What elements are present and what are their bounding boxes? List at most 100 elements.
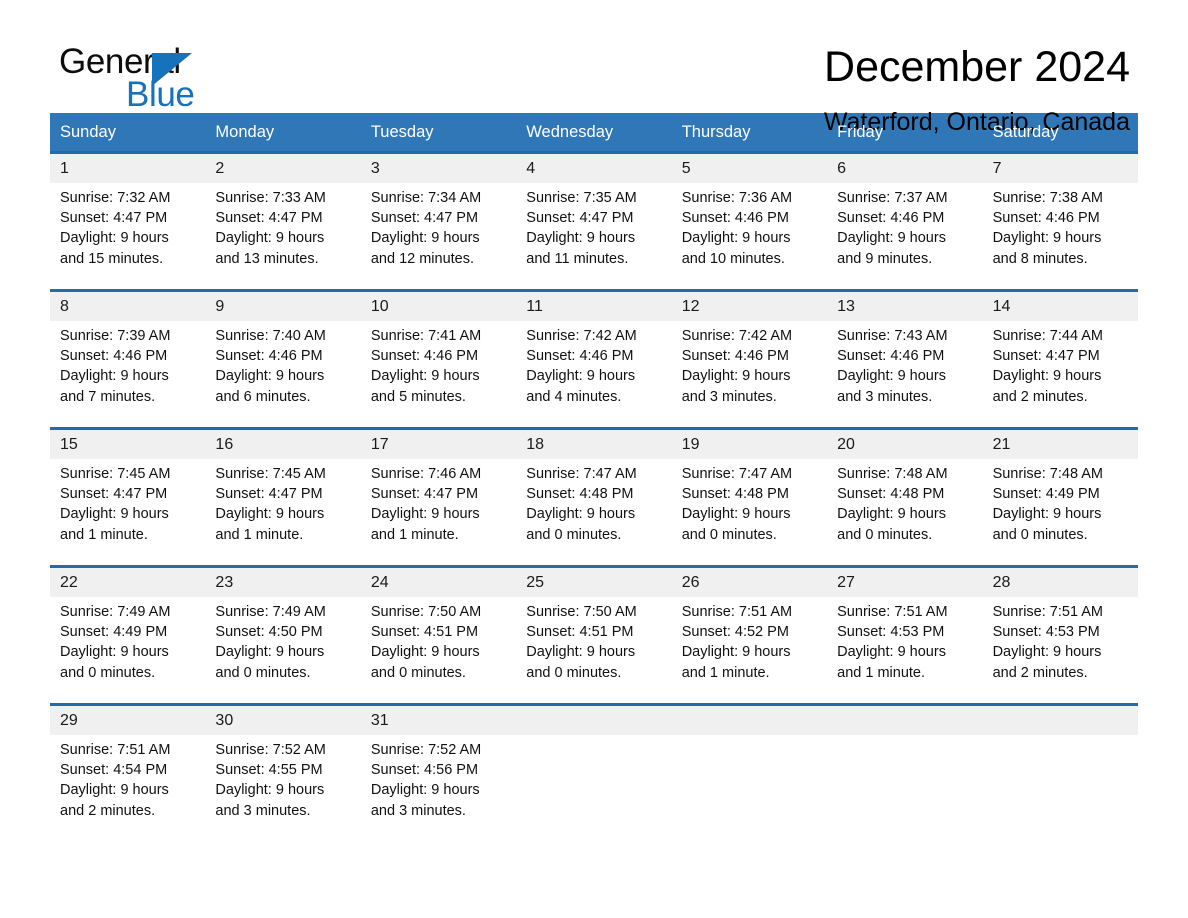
calendar-day-cell[interactable]: 21 Sunrise: 7:48 AM Sunset: 4:49 PM Dayli… <box>983 430 1138 565</box>
calendar-day-cell[interactable]: 1 Sunrise: 7:32 AM Sunset: 4:47 PM Daylig… <box>50 154 205 289</box>
calendar-day-cell[interactable]: 28 Sunrise: 7:51 AM Sunset: 4:53 PM Dayli… <box>983 568 1138 703</box>
day-number: 15 <box>60 436 78 453</box>
day-number: 13 <box>837 298 855 315</box>
day-number: 19 <box>681 436 700 453</box>
calendar-grid: Sunday Monday Tuesday Wednesday Thursday Frid… <box>50 113 1138 826</box>
day-sun-info: Sunrise: 7:51 AM Sunset: 4:52 PM Dayligh… <box>681 604 793 681</box>
calendar-page: General Blue December 2024 Waterford, On… <box>0 0 1188 918</box>
day-number: 11 <box>526 298 543 315</box>
weekday-header-tuesday: Tuesday <box>370 123 434 141</box>
day-number: 18 <box>526 436 545 453</box>
calendar-day-cell[interactable]: 29 Sunrise: 7:51 AM Sunset: 4:54 PM Dayli… <box>50 706 205 826</box>
calendar-day-cell[interactable]: 5 Sunrise: 7:36 AM Sunset: 4:46 PM Daylig… <box>672 154 827 289</box>
logo-text-blue: Blue <box>126 75 195 114</box>
day-number: 20 <box>837 436 855 453</box>
day-sun-info: Sunrise: 7:51 AM Sunset: 4:53 PM Dayligh… <box>992 604 1103 681</box>
day-number: 29 <box>60 712 78 729</box>
day-number: 3 <box>370 160 380 177</box>
day-sun-info: Sunrise: 7:39 AM Sunset: 4:46 PM Dayligh… <box>60 328 171 405</box>
calendar-day-cell-empty <box>983 706 1138 826</box>
calendar-day-cell[interactable]: 26 Sunrise: 7:51 AM Sunset: 4:52 PM Dayli… <box>672 568 827 703</box>
calendar-weeks: 1 Sunrise: 7:32 AM Sunset: 4:47 PM Daylig… <box>50 151 1138 826</box>
calendar-day-cell[interactable]: 11 Sunrise: 7:42 AM Sunset: 4:46 PM Dayli… <box>516 292 671 427</box>
day-sun-info: Sunrise: 7:42 AM Sunset: 4:46 PM Dayligh… <box>526 328 637 405</box>
calendar-day-cell[interactable]: 31 Sunrise: 7:52 AM Sunset: 4:56 PM Dayli… <box>361 706 516 826</box>
calendar-day-cell[interactable]: 17 Sunrise: 7:46 AM Sunset: 4:47 PM Dayli… <box>361 430 516 565</box>
calendar-day-cell[interactable]: 27 Sunrise: 7:51 AM Sunset: 4:53 PM Dayli… <box>827 568 982 703</box>
day-sun-info: Sunrise: 7:38 AM Sunset: 4:46 PM Dayligh… <box>992 190 1103 267</box>
day-sun-info: Sunrise: 7:43 AM Sunset: 4:46 PM Dayligh… <box>837 328 948 405</box>
calendar-day-cell[interactable]: 14 Sunrise: 7:44 AM Sunset: 4:47 PM Dayli… <box>983 292 1138 427</box>
day-number: 22 <box>60 574 78 591</box>
day-sun-info: Sunrise: 7:51 AM Sunset: 4:54 PM Dayligh… <box>60 742 171 819</box>
day-sun-info: Sunrise: 7:52 AM Sunset: 4:55 PM Dayligh… <box>215 742 326 819</box>
day-number: 21 <box>992 436 1011 453</box>
calendar-day-cell[interactable]: 13 Sunrise: 7:43 AM Sunset: 4:46 PM Dayli… <box>827 292 982 427</box>
day-sun-info: Sunrise: 7:42 AM Sunset: 4:46 PM Dayligh… <box>681 328 793 405</box>
calendar-day-cell[interactable]: 6 Sunrise: 7:37 AM Sunset: 4:46 PM Daylig… <box>827 154 982 289</box>
calendar-day-cell[interactable]: 16 Sunrise: 7:45 AM Sunset: 4:47 PM Dayli… <box>205 430 360 565</box>
weekday-header-thursday: Thursday <box>681 123 751 141</box>
day-number: 27 <box>837 574 855 591</box>
page-header: General Blue December 2024 Waterford, On… <box>50 0 1138 136</box>
weekday-header-saturday: Saturday <box>992 123 1059 141</box>
calendar-day-cell-empty <box>827 706 982 826</box>
day-number: 23 <box>215 574 234 591</box>
day-sun-info: Sunrise: 7:46 AM Sunset: 4:47 PM Dayligh… <box>370 466 482 543</box>
weekday-header-sunday: Sunday <box>60 123 116 141</box>
day-sun-info: Sunrise: 7:50 AM Sunset: 4:51 PM Dayligh… <box>370 604 482 681</box>
day-sun-info: Sunrise: 7:36 AM Sunset: 4:46 PM Dayligh… <box>681 190 793 267</box>
day-number: 5 <box>681 160 691 177</box>
day-sun-info: Sunrise: 7:49 AM Sunset: 4:50 PM Dayligh… <box>215 604 326 681</box>
day-number: 2 <box>215 160 225 177</box>
calendar-day-cell[interactable]: 30 Sunrise: 7:52 AM Sunset: 4:55 PM Dayli… <box>205 706 360 826</box>
calendar-day-cell[interactable]: 15 Sunrise: 7:45 AM Sunset: 4:47 PM Dayli… <box>50 430 205 565</box>
calendar-day-cell[interactable]: 25 Sunrise: 7:50 AM Sunset: 4:51 PM Dayli… <box>516 568 671 703</box>
day-number: 9 <box>215 298 225 315</box>
day-number: 25 <box>526 574 545 591</box>
day-sun-info: Sunrise: 7:48 AM Sunset: 4:49 PM Dayligh… <box>992 466 1103 543</box>
calendar-day-cell[interactable]: 4 Sunrise: 7:35 AM Sunset: 4:47 PM Daylig… <box>516 154 671 289</box>
calendar-day-cell[interactable]: 22 Sunrise: 7:49 AM Sunset: 4:49 PM Dayli… <box>50 568 205 703</box>
calendar-day-cell[interactable]: 8 Sunrise: 7:39 AM Sunset: 4:46 PM Daylig… <box>50 292 205 427</box>
calendar-day-cell[interactable]: 2 Sunrise: 7:33 AM Sunset: 4:47 PM Daylig… <box>205 154 360 289</box>
day-number: 26 <box>681 574 700 591</box>
day-sun-info: Sunrise: 7:51 AM Sunset: 4:53 PM Dayligh… <box>837 604 948 681</box>
calendar-day-cell[interactable]: 24 Sunrise: 7:50 AM Sunset: 4:51 PM Dayli… <box>361 568 516 703</box>
calendar-day-cell[interactable]: 23 Sunrise: 7:49 AM Sunset: 4:50 PM Dayli… <box>205 568 360 703</box>
day-number: 28 <box>992 574 1011 591</box>
calendar-day-cell[interactable]: 20 Sunrise: 7:48 AM Sunset: 4:48 PM Dayli… <box>827 430 982 565</box>
calendar-day-cell[interactable]: 3 Sunrise: 7:34 AM Sunset: 4:47 PM Daylig… <box>361 154 516 289</box>
calendar-day-cell[interactable]: 7 Sunrise: 7:38 AM Sunset: 4:46 PM Daylig… <box>983 154 1138 289</box>
day-sun-info: Sunrise: 7:48 AM Sunset: 4:48 PM Dayligh… <box>837 466 948 543</box>
day-sun-info: Sunrise: 7:47 AM Sunset: 4:48 PM Dayligh… <box>681 466 793 543</box>
day-sun-info: Sunrise: 7:45 AM Sunset: 4:47 PM Dayligh… <box>60 466 171 543</box>
calendar-week-row: 29 Sunrise: 7:51 AM Sunset: 4:54 PM Dayli… <box>50 703 1138 826</box>
calendar-day-cell[interactable]: 12 Sunrise: 7:42 AM Sunset: 4:46 PM Dayli… <box>672 292 827 427</box>
day-number: 17 <box>370 436 389 453</box>
calendar-day-cell[interactable]: 10 Sunrise: 7:41 AM Sunset: 4:46 PM Dayli… <box>361 292 516 427</box>
day-number: 31 <box>370 712 389 729</box>
day-sun-info: Sunrise: 7:32 AM Sunset: 4:47 PM Dayligh… <box>60 190 171 267</box>
calendar-day-cell[interactable]: 9 Sunrise: 7:40 AM Sunset: 4:46 PM Daylig… <box>205 292 360 427</box>
day-sun-info: Sunrise: 7:37 AM Sunset: 4:46 PM Dayligh… <box>837 190 948 267</box>
day-sun-info: Sunrise: 7:52 AM Sunset: 4:56 PM Dayligh… <box>370 742 482 819</box>
page-title: December 2024 <box>824 43 1130 91</box>
calendar-day-cell[interactable]: 19 Sunrise: 7:47 AM Sunset: 4:48 PM Dayli… <box>672 430 827 565</box>
calendar-day-cell-empty <box>672 706 827 826</box>
day-sun-info: Sunrise: 7:40 AM Sunset: 4:46 PM Dayligh… <box>215 328 326 405</box>
calendar-week-row: 8 Sunrise: 7:39 AM Sunset: 4:46 PM Daylig… <box>50 289 1138 427</box>
day-sun-info: Sunrise: 7:35 AM Sunset: 4:47 PM Dayligh… <box>526 190 637 267</box>
day-sun-info: Sunrise: 7:33 AM Sunset: 4:47 PM Dayligh… <box>215 190 326 267</box>
calendar-day-cell[interactable]: 18 Sunrise: 7:47 AM Sunset: 4:48 PM Dayli… <box>516 430 671 565</box>
day-number: 7 <box>992 160 1002 177</box>
day-number: 14 <box>992 298 1011 315</box>
generalblue-logo[interactable]: General Blue <box>50 42 250 116</box>
calendar-week-row: 15 Sunrise: 7:45 AM Sunset: 4:47 PM Dayli… <box>50 427 1138 565</box>
day-number: 6 <box>837 160 847 177</box>
day-number: 10 <box>370 298 389 315</box>
day-sun-info: Sunrise: 7:45 AM Sunset: 4:47 PM Dayligh… <box>215 466 326 543</box>
calendar-day-cell-empty <box>516 706 671 826</box>
day-sun-info: Sunrise: 7:50 AM Sunset: 4:51 PM Dayligh… <box>526 604 637 681</box>
day-sun-info: Sunrise: 7:49 AM Sunset: 4:49 PM Dayligh… <box>60 604 171 681</box>
